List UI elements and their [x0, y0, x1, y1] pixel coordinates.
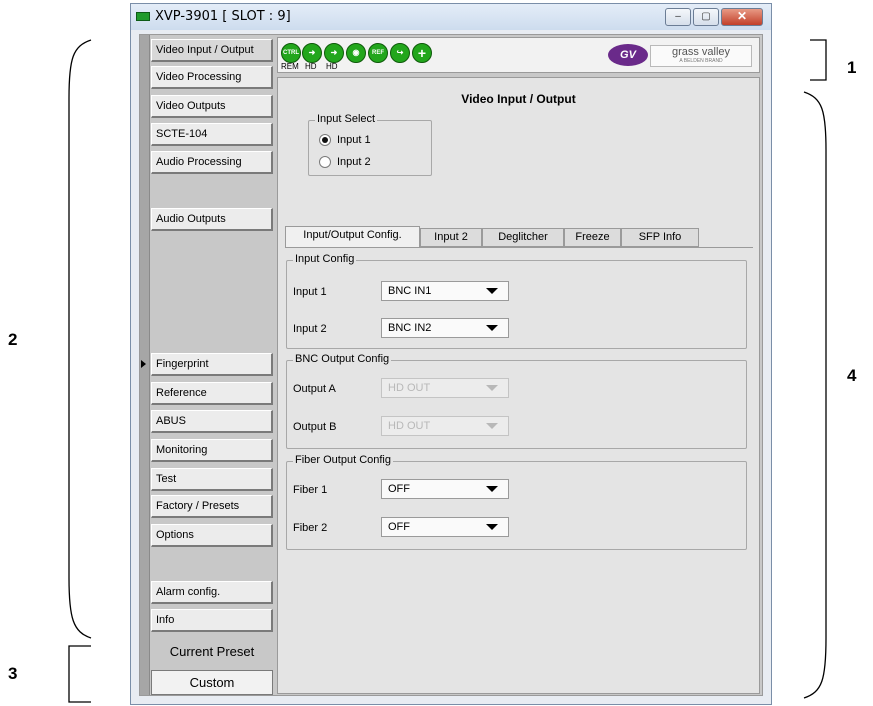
brace-3 [68, 645, 91, 703]
input2-radio-label[interactable]: Input 2 [337, 156, 371, 168]
tab-input-output-config[interactable]: Input/Output Config. [285, 226, 420, 248]
input1-dropdown[interactable]: BNC IN1 [381, 281, 509, 301]
input-config-label: Input Config [293, 253, 357, 265]
nav-audio-processing[interactable]: Audio Processing [151, 151, 273, 174]
output-a-value: HD OUT [388, 382, 431, 394]
fiber1-dropdown[interactable]: OFF [381, 479, 509, 499]
nav-abus[interactable]: ABUS [151, 410, 273, 433]
logo-brand: grass valley [671, 46, 731, 58]
tab-content-border [285, 247, 753, 248]
current-preset-label: Current Preset [169, 644, 255, 659]
nav-video-input-output[interactable]: Video Input / Output [151, 39, 273, 62]
gv-logo-icon: GV [608, 44, 648, 66]
bnc-output-config-group: BNC Output Config Output A HD OUT Output… [286, 353, 747, 449]
chevron-down-icon [486, 524, 498, 530]
grass-valley-logo: GV grass valley A BELDEN BRAND [608, 43, 756, 69]
maximize-button[interactable]: ▢ [693, 8, 719, 26]
nav-info[interactable]: Info [151, 609, 273, 632]
collapse-strip[interactable] [140, 35, 150, 695]
input-select-group: Input Select Input 1 Input 2 [308, 113, 432, 176]
current-preset-value: Custom [151, 670, 273, 695]
chevron-down-icon [486, 423, 498, 429]
output-a-label: Output A [293, 383, 336, 395]
brace-2 [68, 39, 92, 639]
card-frame: Video Input / Output Video Processing Vi… [139, 34, 763, 696]
fiber-output-config-group: Fiber Output Config Fiber 1 OFF Fiber 2 … [286, 454, 747, 550]
chevron-down-icon [486, 486, 498, 492]
input1-value: BNC IN1 [388, 285, 432, 297]
input1-radio-label[interactable]: Input 1 [337, 134, 371, 146]
nav-reference[interactable]: Reference [151, 382, 273, 405]
input1-radio[interactable] [319, 134, 331, 146]
input2-value: BNC IN2 [388, 322, 432, 334]
nav-fingerprint[interactable]: Fingerprint [151, 353, 273, 376]
nav-alarm-config[interactable]: Alarm config. [151, 581, 273, 604]
nav-audio-outputs[interactable]: Audio Outputs [151, 208, 273, 231]
nav-monitoring[interactable]: Monitoring [151, 439, 273, 462]
fiber1-value: OFF [388, 483, 410, 495]
nav-options[interactable]: Options [151, 524, 273, 547]
input2-dropdown[interactable]: BNC IN2 [381, 318, 509, 338]
logo-sub: A BELDEN BRAND [679, 58, 723, 64]
plus-icon[interactable]: + [412, 43, 432, 63]
close-button[interactable]: ✕ [721, 8, 763, 26]
nav-factory-presets[interactable]: Factory / Presets [151, 495, 273, 518]
ref-icon[interactable]: REF [368, 43, 388, 63]
brace-1 [810, 39, 827, 81]
tab-deglitcher[interactable]: Deglitcher [482, 228, 564, 247]
callout-4: 4 [847, 366, 857, 385]
bnc-output-config-label: BNC Output Config [293, 353, 392, 365]
chevron-down-icon [486, 385, 498, 391]
output-b-label: Output B [293, 421, 337, 433]
status-toolbar: CTRL ➜ ➜ ◉ REF ↪ + REM HD HD GV grass va… [277, 37, 760, 73]
fiber2-label: Fiber 2 [293, 522, 328, 534]
main-panel: Video Input / Output Input Select Input … [277, 77, 760, 694]
callout-3: 3 [8, 664, 18, 683]
logo-text: grass valley A BELDEN BRAND [650, 45, 752, 67]
tab-sfp-info[interactable]: SFP Info [621, 228, 699, 247]
input2-arrow-icon[interactable]: ➜ [324, 43, 344, 63]
input-config-group: Input Config Input 1 BNC IN1 Input 2 BNC… [286, 253, 747, 349]
input2-radio[interactable] [319, 156, 331, 168]
window-title: XVP-3901 [ SLOT : 9] [155, 9, 291, 24]
app-window: XVP-3901 [ SLOT : 9] – ▢ ✕ Video Input /… [130, 3, 772, 705]
title-bar[interactable]: XVP-3901 [ SLOT : 9] – ▢ ✕ [131, 4, 771, 30]
chevron-down-icon [486, 288, 498, 294]
page-title: Video Input / Output [461, 92, 576, 106]
loop-arrow-icon[interactable]: ↪ [390, 43, 410, 63]
rem-label: REM [281, 62, 299, 71]
ctrl-status-icon[interactable]: CTRL [281, 43, 301, 63]
chevron-down-icon [486, 325, 498, 331]
input-select-label: Input Select [315, 113, 378, 125]
input1-label: Input 1 [293, 286, 327, 298]
fiber2-value: OFF [388, 521, 410, 533]
fiber1-label: Fiber 1 [293, 484, 328, 496]
input2-label: Input 2 [293, 323, 327, 335]
app-icon [136, 12, 150, 21]
nav-scte-104[interactable]: SCTE-104 [151, 123, 273, 146]
audio-icon[interactable]: ◉ [346, 43, 366, 63]
expand-arrow-icon[interactable] [141, 360, 146, 368]
fiber2-dropdown[interactable]: OFF [381, 517, 509, 537]
nav-test[interactable]: Test [151, 468, 273, 491]
nav-video-outputs[interactable]: Video Outputs [151, 95, 273, 118]
hd1-label: HD [305, 62, 317, 71]
callout-2: 2 [8, 330, 18, 349]
output-a-dropdown: HD OUT [381, 378, 509, 398]
tab-freeze[interactable]: Freeze [564, 228, 621, 247]
fiber-output-config-label: Fiber Output Config [293, 454, 393, 466]
hd2-label: HD [326, 62, 338, 71]
tab-input-2[interactable]: Input 2 [420, 228, 482, 247]
nav-video-processing[interactable]: Video Processing [151, 66, 273, 89]
minimize-button[interactable]: – [665, 8, 691, 26]
output-b-value: HD OUT [388, 420, 431, 432]
callout-1: 1 [847, 58, 857, 77]
output-b-dropdown: HD OUT [381, 416, 509, 436]
brace-4 [803, 91, 827, 699]
input1-arrow-icon[interactable]: ➜ [302, 43, 322, 63]
